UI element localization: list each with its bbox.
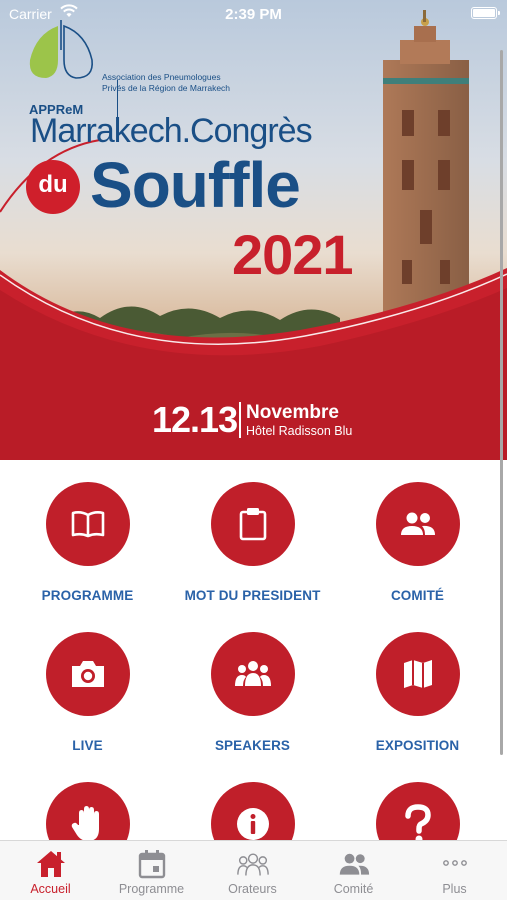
lungs-logo-icon	[29, 20, 93, 79]
tile-comite[interactable]: COMITÉ	[333, 482, 502, 603]
info-icon	[236, 808, 269, 840]
tile-live-label[interactable]: LIVE	[3, 738, 172, 753]
tile-exposition[interactable]: EXPOSITION	[333, 632, 502, 753]
tab-plus-label: Plus	[442, 882, 467, 896]
tab-comite[interactable]: Comité	[303, 841, 404, 900]
people-outline-icon	[236, 853, 269, 876]
title-year: 2021	[232, 223, 354, 286]
tab-programme-label: Programme	[118, 882, 185, 896]
tab-orateurs-label: Orateurs	[228, 882, 277, 896]
tile-speakers-label[interactable]: SPEAKERS	[168, 738, 337, 753]
question-icon	[404, 804, 431, 840]
tab-plus[interactable]: Plus	[404, 841, 505, 900]
tile-question[interactable]	[333, 782, 502, 840]
tab-orateurs[interactable]: Orateurs	[202, 841, 303, 900]
hand-icon	[71, 806, 99, 840]
group-icon	[339, 853, 369, 875]
tile-president-label[interactable]: MOT DU PRESIDENT	[168, 588, 337, 603]
event-venue: Hôtel Radisson Blu	[246, 424, 353, 438]
tile-live[interactable]: LIVE	[3, 632, 172, 753]
tile-president-circle[interactable]	[210, 482, 295, 566]
tile-exposition-circle[interactable]	[375, 632, 460, 716]
tab-bar: Accueil Programme Orateurs Comité Plus	[0, 840, 507, 900]
tile-live-circle[interactable]	[45, 632, 130, 716]
speakers-icon	[234, 661, 271, 686]
book-open-icon	[71, 511, 104, 538]
tab-accueil[interactable]: Accueil	[0, 841, 101, 900]
tile-info-circle[interactable]	[210, 782, 295, 840]
tile-hand[interactable]	[3, 782, 172, 840]
event-banner: Carrier 2:39 PM APPReM Association des P…	[0, 0, 507, 460]
group-icon	[400, 512, 435, 535]
status-bar: Carrier 2:39 PM	[0, 0, 507, 28]
association-line-2: Privés de la Région de Marrakech	[102, 83, 231, 93]
tab-accueil-label: Accueil	[30, 882, 71, 896]
tile-programme-label[interactable]: PROGRAMME	[3, 588, 172, 603]
tab-comite-label: Comité	[333, 882, 374, 896]
tile-info[interactable]	[168, 782, 337, 840]
clock: 2:39 PM	[225, 6, 282, 23]
menu-grid: PROGRAMME MOT DU PRESIDENT COMITÉ LIVE S…	[0, 460, 507, 840]
title-du-badge: du	[26, 160, 80, 214]
tile-hand-circle[interactable]	[45, 782, 130, 840]
association-name: Association des Pneumologues Privés de l…	[102, 72, 282, 94]
scroll-indicator[interactable]	[500, 50, 503, 755]
tile-programme[interactable]: PROGRAMME	[3, 482, 172, 603]
clipboard-icon	[239, 508, 266, 541]
camera-icon	[71, 661, 104, 687]
association-line-1: Association des Pneumologues	[102, 72, 221, 82]
tile-comite-label[interactable]: COMITÉ	[333, 588, 502, 603]
tab-programme[interactable]: Programme	[101, 841, 202, 900]
title-souffle: Souffle	[90, 149, 301, 221]
home-icon	[36, 851, 65, 877]
tile-programme-circle[interactable]	[45, 482, 130, 566]
date-divider	[239, 402, 241, 438]
battery-icon	[471, 7, 500, 19]
more-icon	[442, 860, 467, 866]
tile-exposition-label[interactable]: EXPOSITION	[333, 738, 502, 753]
tile-speakers-circle[interactable]	[210, 632, 295, 716]
tile-question-circle[interactable]	[375, 782, 460, 840]
tile-comite-circle[interactable]	[375, 482, 460, 566]
tile-speakers[interactable]: SPEAKERS	[168, 632, 337, 753]
map-icon	[403, 660, 432, 688]
event-month: Novembre	[246, 402, 339, 423]
tile-mot-du-president[interactable]: MOT DU PRESIDENT	[168, 482, 337, 603]
calendar-icon	[138, 850, 165, 879]
appre-logo: APPReM	[22, 20, 118, 120]
title-city: Marrakech.Congrès	[30, 112, 313, 150]
event-days: 12.13	[152, 399, 238, 440]
